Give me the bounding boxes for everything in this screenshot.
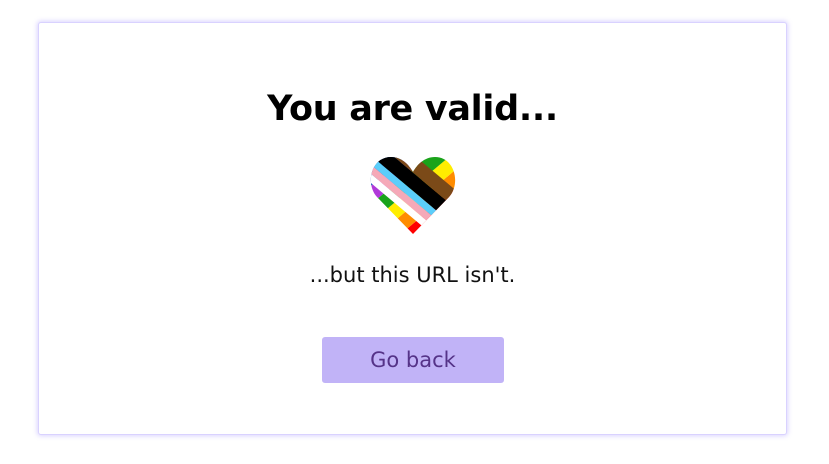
go-back-button[interactable]: Go back (322, 337, 504, 383)
error-card: You are valid... ...but this URL isn't. … (38, 22, 787, 435)
error-message: ...but this URL isn't. (309, 263, 516, 287)
progress-pride-heart-icon (369, 155, 459, 235)
page-title: You are valid... (267, 89, 558, 129)
